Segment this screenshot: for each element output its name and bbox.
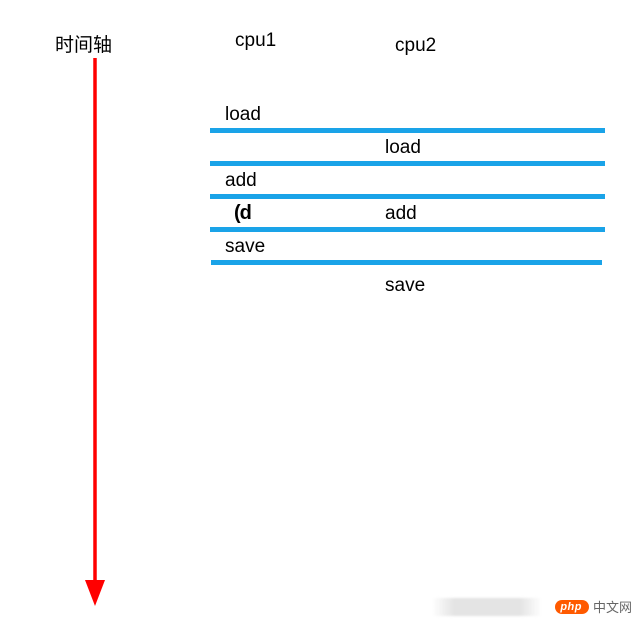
timeline-arrow-icon [85, 58, 105, 606]
column-header-cpu1: cpu1 [235, 30, 276, 52]
op-cpu1-save: save [210, 236, 605, 258]
op-cpu2-add-base: add [385, 203, 417, 224]
watermark-brand-pill: php [555, 600, 589, 614]
separator-line [210, 194, 605, 199]
watermark-text: 中文网 [593, 597, 632, 616]
watermark: php 中文网 [555, 597, 632, 616]
separator-line [210, 161, 605, 166]
watermark-blur [432, 598, 542, 616]
op-cpu2-load: load [210, 137, 605, 159]
op-cpu1-add: add [210, 170, 605, 192]
separator-line [210, 227, 605, 232]
op-cpu2-add-overlay: (d [234, 202, 251, 225]
op-cpu2-add: add (d [210, 203, 417, 225]
op-cpu1-load: load [210, 104, 605, 126]
column-header-cpu2: cpu2 [395, 35, 436, 57]
timeline-axis-label: 时间轴 [55, 30, 112, 57]
op-cpu2-save: save [210, 275, 605, 297]
operations-diagram: load load add add (d save save [210, 100, 605, 297]
separator-line [211, 260, 602, 265]
separator-line [210, 128, 605, 133]
